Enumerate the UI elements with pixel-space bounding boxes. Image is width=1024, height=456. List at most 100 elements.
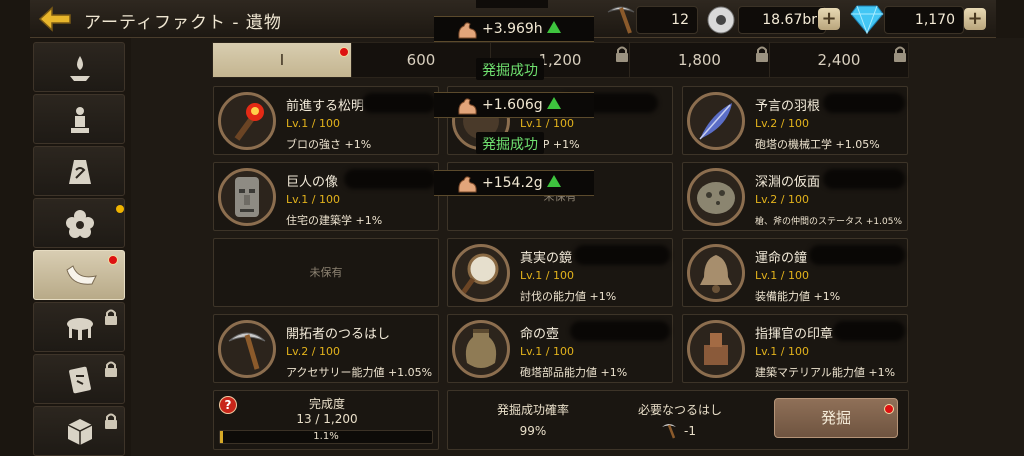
tab-tier-1800[interactable]: 1,800 [630, 43, 770, 77]
sidebar-item-fountain[interactable] [33, 42, 125, 92]
increase-arrow-icon [546, 21, 561, 33]
completion-count: 13 / 1,200 [296, 412, 358, 426]
jar-icon [452, 320, 510, 378]
dig-success-text: 発掘成功 [476, 58, 544, 80]
success-rate-label: 発掘成功確率 [496, 403, 569, 417]
muscle-arm-icon [458, 98, 477, 115]
artifact-card-abyss-mask[interactable]: 深淵の仮面 Lv.2 / 100 槍、斧の仲間のステータス +1.05% [682, 162, 908, 231]
completion-progress-bar: 1.1% [219, 430, 433, 444]
sidebar-item-statue[interactable] [33, 94, 125, 144]
artifact-name: 開拓者のつるはし [286, 327, 391, 342]
stat-boost-popup: +3.969h [434, 16, 594, 42]
pickaxe-icon [607, 6, 635, 34]
artifact-effect: 建築マテリアル能力値 +1% [755, 366, 896, 379]
seal-icon [687, 320, 745, 378]
bell-icon [687, 244, 745, 302]
stone-tablet-icon [69, 366, 91, 394]
pickaxe-icon [662, 424, 676, 439]
artifact-level: Lv.1 / 100 [520, 269, 574, 282]
artifact-level: Lv.1 / 100 [520, 117, 574, 130]
lock-icon [756, 46, 768, 62]
back-arrow-icon[interactable] [38, 6, 72, 32]
notification-dot [108, 255, 118, 265]
dig-success-text: 発掘成功 [476, 132, 544, 154]
redaction-scribble [823, 93, 905, 113]
artifact-name: 命の壺 [520, 327, 560, 342]
artifact-effect: 砲塔部品能力値 +1% [520, 366, 628, 379]
sidebar-item-tablet[interactable] [33, 354, 125, 404]
tier-tabs: I 600 1,200 1,800 2,400 [212, 42, 909, 78]
torch-icon [218, 92, 276, 150]
lock-icon [105, 309, 117, 325]
artifact-card-giant-statue[interactable]: 巨人の像 Lv.1 / 100 住宅の建築学 +1% [213, 162, 439, 231]
artifact-effect: 討伐の能力値 +1% [520, 290, 617, 303]
mirror-icon [452, 244, 510, 302]
redaction-scribble [570, 321, 670, 341]
diamond-icon [850, 5, 884, 34]
artifact-name: 真実の鏡 [520, 251, 573, 266]
top-notch [476, 0, 548, 8]
artifact-level: Lv.1 / 100 [286, 193, 340, 206]
feather-icon [687, 92, 745, 150]
stat-boost-popup: +154.2g [434, 170, 594, 196]
tab-tier-600[interactable]: 600 [352, 43, 491, 77]
notification-dot [116, 205, 124, 213]
completion-percent: 1.1% [313, 431, 339, 442]
mask-icon [687, 168, 745, 226]
artifact-effect: 住宅の建築学 +1% [286, 214, 383, 227]
sidebar-item-table[interactable] [33, 302, 125, 352]
artifact-card-mirror[interactable]: 真実の鏡 Lv.1 / 100 討伐の能力値 +1% [447, 238, 673, 307]
completion-label: 完成度 [308, 397, 345, 411]
moai-statue-icon [218, 168, 276, 226]
redaction-scribble [344, 169, 436, 189]
artifact-name: 深淵の仮面 [755, 175, 821, 190]
artifact-name: 指揮官の印章 [755, 327, 834, 342]
lock-icon [894, 46, 906, 62]
artifact-level: Lv.1 / 100 [520, 345, 574, 358]
artifact-card-feather[interactable]: 予言の羽根 Lv.2 / 100 砲塔の機械工学 +1.05% [682, 86, 908, 155]
artifact-level: Lv.2 / 100 [286, 345, 340, 358]
sidebar-item-flower[interactable] [33, 198, 125, 248]
sidebar-item-cube[interactable] [33, 406, 125, 456]
sidebar [30, 38, 130, 456]
artifact-name: 巨人の像 [286, 175, 339, 190]
artifact-card-bell[interactable]: 運命の鐘 Lv.1 / 100 装備能力値 +1% [682, 238, 908, 307]
notification-dot [339, 47, 349, 57]
required-pickaxe-value: -1 [684, 424, 696, 438]
gear-icon [707, 6, 735, 34]
artifact-card-commander-seal[interactable]: 指揮官の印章 Lv.1 / 100 建築マテリアル能力値 +1% [682, 314, 908, 383]
statue-icon [71, 107, 89, 133]
artifact-effect: ブロの強さ +1% [286, 138, 372, 151]
redaction-scribble [574, 245, 670, 265]
lock-icon [105, 361, 117, 377]
page-title: アーティファクト - 遺物 [84, 13, 282, 33]
increase-arrow-icon [546, 175, 561, 187]
artifact-card-torch[interactable]: 前進する松明 Lv.1 / 100 ブロの強さ +1% [213, 86, 439, 155]
required-pickaxe-label: 必要なつるはし [637, 403, 722, 417]
gem-count: 1,170 [884, 6, 964, 34]
sidebar-item-horn[interactable] [33, 250, 125, 300]
muscle-arm-icon [458, 22, 477, 39]
horn-icon [66, 265, 97, 285]
dig-button[interactable]: 発掘 [774, 398, 898, 438]
lock-icon [105, 413, 117, 429]
artifact-effect: 槍、斧の仲間のステータス +1.05% [755, 217, 903, 227]
artifact-level: Lv.1 / 100 [755, 269, 809, 282]
artifact-level: Lv.1 / 100 [755, 345, 809, 358]
artifact-effect: アクセサリー能力値 +1.05% [286, 366, 433, 379]
sidebar-item-rune[interactable] [33, 146, 125, 196]
redaction-scribble [833, 321, 905, 341]
artifact-level: Lv.2 / 100 [755, 117, 809, 130]
rune-stone-icon [69, 160, 91, 184]
notification-dot [884, 404, 894, 414]
add-gem-button[interactable]: + [964, 8, 986, 30]
increase-arrow-icon [546, 97, 561, 109]
artifact-name: 運命の鐘 [755, 251, 808, 266]
artifact-card-pioneer-pickaxe[interactable]: 開拓者のつるはし Lv.2 / 100 アクセサリー能力値 +1.05% [213, 314, 439, 383]
artifact-card-life-jar[interactable]: 命の壺 Lv.1 / 100 砲塔部品能力値 +1% [447, 314, 673, 383]
tab-tier-2400[interactable]: 2,400 [770, 43, 908, 77]
tab-tier-1[interactable]: I [213, 43, 352, 77]
muscle-arm-icon [458, 176, 477, 193]
artifact-level: Lv.2 / 100 [755, 193, 809, 206]
add-gear-button[interactable]: + [818, 8, 840, 30]
